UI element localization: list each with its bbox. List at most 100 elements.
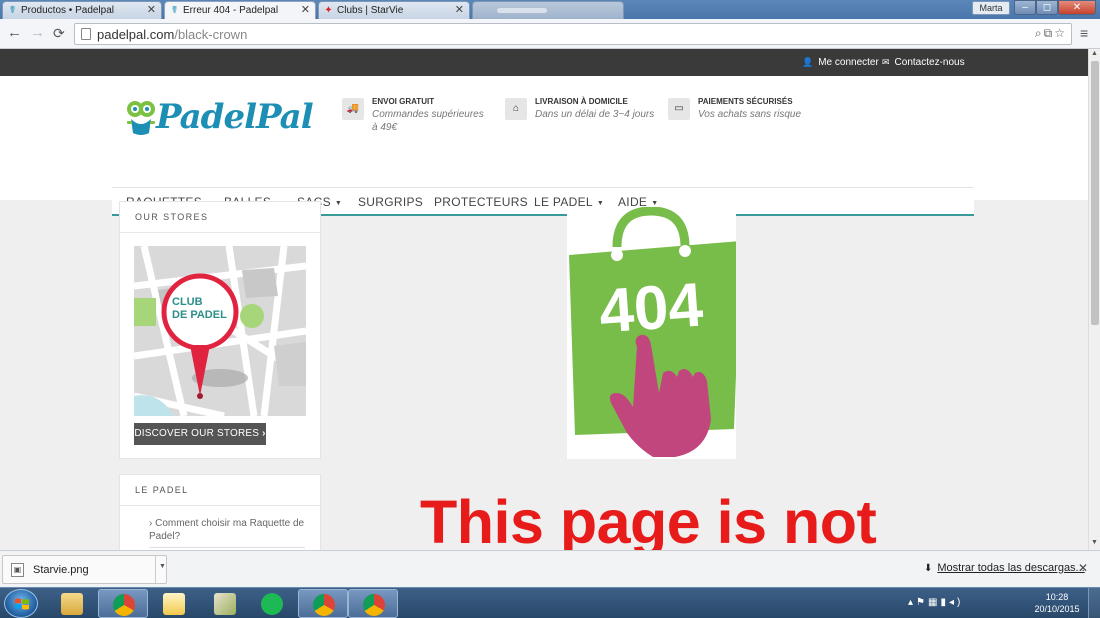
choose-racket-link[interactable]: › Comment choisir ma Raquette de Padel? bbox=[149, 517, 309, 543]
page-scrollbar[interactable]: ▲ ▼ bbox=[1088, 49, 1100, 550]
show-all-downloads-link[interactable]: ⬇ Mostrar todas las descargas... bbox=[924, 562, 1085, 574]
tab-clubs-starvie[interactable]: ✦ Clubs | StarVie ✕ bbox=[318, 1, 470, 19]
chevron-down-icon[interactable]: ▼ bbox=[159, 563, 166, 570]
reload-icon[interactable]: ⟳ bbox=[53, 25, 65, 41]
store-map[interactable]: CLUB DE PADEL bbox=[134, 246, 306, 416]
truck-icon: 🚚 bbox=[342, 98, 364, 120]
address-bar-row: ← → ⟳ padelpal.com/black-crown ⌕⧉☆ ≡ bbox=[0, 19, 1100, 49]
padelpal-favicon-icon: ☤ bbox=[171, 5, 178, 16]
login-link[interactable]: 👤 Me connecter bbox=[802, 57, 879, 68]
taskbar-chrome[interactable] bbox=[98, 589, 148, 618]
error-headline: This page is not bbox=[420, 488, 877, 550]
chrome-icon bbox=[363, 594, 385, 616]
map-label-de-padel: DE PADEL bbox=[172, 309, 227, 321]
tab-label: Productos • Padelpal bbox=[21, 5, 115, 16]
scroll-up-icon[interactable]: ▲ bbox=[1091, 50, 1098, 57]
close-window-button[interactable]: ✕ bbox=[1058, 0, 1096, 15]
discover-stores-button[interactable]: DISCOVER OUR STORES › bbox=[134, 423, 266, 445]
network-icon[interactable]: ▦ bbox=[928, 597, 940, 608]
close-download-bar-icon[interactable]: ✕ bbox=[1078, 561, 1088, 575]
browser-tab-bar: ☤ Productos • Padelpal ✕ ☤ Erreur 404 - … bbox=[0, 0, 1100, 19]
scroll-thumb[interactable] bbox=[1091, 61, 1099, 325]
tab-productos[interactable]: ☤ Productos • Padelpal ✕ bbox=[2, 1, 162, 19]
forward-arrow-icon[interactable]: → bbox=[30, 25, 45, 41]
show-desktop-button[interactable] bbox=[1088, 588, 1100, 618]
scroll-down-icon[interactable]: ▼ bbox=[1091, 539, 1098, 546]
map-label-club: CLUB bbox=[172, 296, 203, 308]
home-icon: ⌂ bbox=[505, 98, 527, 120]
omnibox-action-icons: ⌕⧉☆ bbox=[1035, 26, 1067, 41]
close-tab-icon[interactable]: ✕ bbox=[455, 2, 464, 19]
taskbar-explorer[interactable] bbox=[47, 589, 97, 618]
download-bar: ▣ Starvie.png ▼ ⬇ Mostrar todas las desca… bbox=[0, 550, 1100, 587]
box-title: OUR STORES bbox=[135, 212, 209, 222]
feature-subtitle: Dans un délai de 3~4 jours bbox=[535, 109, 655, 120]
signal-icon[interactable]: ▮ bbox=[940, 597, 949, 608]
taskbar-chrome-app[interactable] bbox=[348, 589, 398, 618]
url-text: padelpal.com/black-crown bbox=[97, 27, 248, 42]
envelope-icon: ✉ bbox=[882, 57, 890, 67]
taskbar-chrome-padelpal[interactable] bbox=[298, 589, 348, 618]
feature-title: PAIEMENTS SÉCURISÉS bbox=[698, 97, 793, 106]
nav-protecteurs[interactable]: PROTECTEURS bbox=[434, 195, 528, 209]
tab-label: Clubs | StarVie bbox=[337, 5, 404, 16]
maximize-button[interactable]: ◻ bbox=[1036, 0, 1058, 15]
start-button[interactable] bbox=[4, 589, 38, 618]
paint-icon bbox=[214, 593, 236, 615]
translate-icon[interactable]: ⧉ bbox=[1044, 26, 1055, 40]
minimize-button[interactable]: – bbox=[1014, 0, 1036, 15]
system-tray[interactable]: ▴⚑▦▮◂) bbox=[908, 597, 963, 608]
taskbar-spotify[interactable] bbox=[247, 589, 297, 618]
site-logo[interactable]: PadelPal bbox=[124, 95, 314, 139]
flag-icon[interactable]: ⚑ bbox=[916, 597, 928, 608]
caret-down-icon: ▼ bbox=[651, 200, 659, 207]
bag-404-text: 404 bbox=[597, 270, 706, 346]
zoom-icon[interactable]: ⌕ bbox=[1035, 26, 1044, 40]
padelpal-favicon-icon: ☤ bbox=[9, 5, 16, 16]
logo-text: PadelPal bbox=[156, 97, 314, 137]
site-header: PadelPal 🚚 ENVOI GRATUIT Commandes supér… bbox=[0, 76, 1088, 216]
taskbar-outlook[interactable] bbox=[149, 589, 199, 618]
tab-label: Erreur 404 - Padelpal bbox=[183, 5, 279, 16]
download-arrow-icon: ⬇ bbox=[924, 563, 933, 574]
user-icon: 👤 bbox=[802, 57, 814, 67]
bookmark-star-icon[interactable]: ☆ bbox=[1054, 26, 1067, 40]
padelpal-mascot-icon bbox=[127, 101, 155, 135]
tab-blurred[interactable] bbox=[472, 1, 624, 19]
site-top-bar: 👤 Me connecter ✉ Contactez-nous bbox=[0, 49, 1088, 76]
back-arrow-icon[interactable]: ← bbox=[7, 25, 22, 41]
contact-link[interactable]: ✉ Contactez-nous bbox=[882, 57, 965, 68]
folder-icon bbox=[61, 593, 83, 615]
blurred-tab-content bbox=[497, 8, 547, 13]
starvie-favicon-icon: ✦ bbox=[324, 5, 333, 16]
le-padel-box: LE PADEL › Comment choisir ma Raquette d… bbox=[119, 474, 321, 550]
tray-expand-icon[interactable]: ▴ bbox=[908, 597, 916, 608]
feature-subtitle: Commandes supérieures à 49€ bbox=[372, 109, 484, 133]
caret-down-icon: ▼ bbox=[596, 200, 605, 207]
feature-subtitle: Vos achats sans risque bbox=[698, 109, 802, 120]
image-file-icon: ▣ bbox=[11, 563, 24, 577]
page-viewport: 👤 Me connecter ✉ Contactez-nous PadelPal 🚚 bbox=[0, 49, 1088, 550]
url-input[interactable]: padelpal.com/black-crown ⌕⧉☆ bbox=[74, 23, 1072, 45]
taskbar-paint[interactable] bbox=[200, 589, 250, 618]
spotify-icon bbox=[261, 593, 283, 615]
volume-icon[interactable]: ◂) bbox=[949, 597, 963, 608]
divider bbox=[155, 556, 156, 583]
close-tab-icon[interactable]: ✕ bbox=[301, 2, 310, 19]
download-item[interactable]: ▣ Starvie.png ▼ bbox=[2, 555, 167, 584]
box-title: LE PADEL bbox=[135, 485, 189, 495]
feature-title: LIVRAISON À DOMICILE bbox=[535, 97, 628, 106]
nav-surgrips[interactable]: SURGRIPS bbox=[358, 195, 423, 209]
credit-card-icon: ▭ bbox=[668, 98, 690, 120]
chrome-menu-icon[interactable]: ≡ bbox=[1080, 25, 1088, 41]
windows-logo-icon bbox=[15, 598, 29, 610]
divider bbox=[120, 232, 320, 233]
envelope-app-icon bbox=[163, 593, 185, 615]
windows-taskbar: ▴⚑▦▮◂) 10:28 20/10/2015 bbox=[0, 587, 1100, 618]
close-tab-icon[interactable]: ✕ bbox=[147, 2, 156, 19]
chrome-icon bbox=[113, 594, 135, 616]
divider bbox=[149, 547, 305, 548]
system-clock[interactable]: 10:28 20/10/2015 bbox=[1030, 591, 1084, 615]
profile-button[interactable]: Marta bbox=[972, 1, 1010, 15]
tab-erreur-404[interactable]: ☤ Erreur 404 - Padelpal ✕ bbox=[164, 1, 316, 19]
